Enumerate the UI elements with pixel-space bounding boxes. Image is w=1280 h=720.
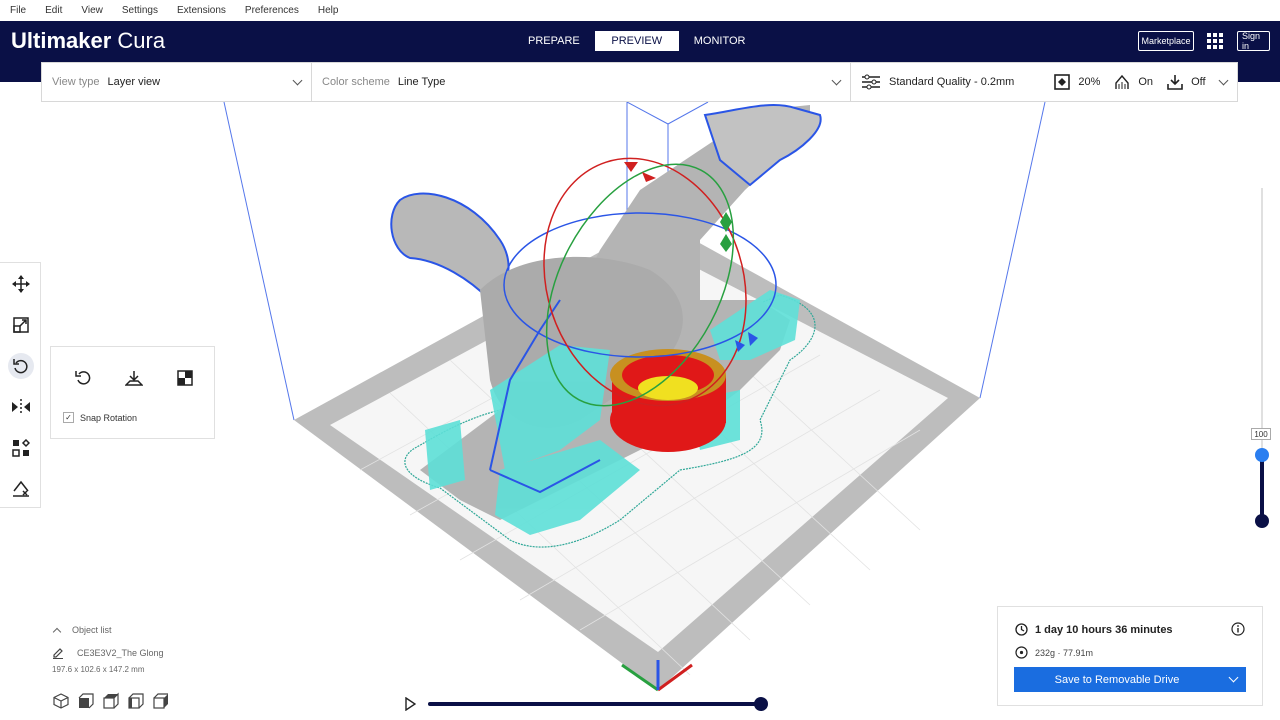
support-setting: On (1114, 74, 1153, 90)
3d-view-icon[interactable] (52, 692, 70, 710)
layer-slider[interactable]: 100 (1251, 188, 1271, 528)
material-row: 232g · 77.91m (1015, 646, 1093, 659)
print-information-panel: 1 day 10 hours 36 minutes 232g · 77.91m … (997, 606, 1263, 706)
sign-in-button[interactable]: Sign in (1237, 31, 1270, 51)
infill-icon (1054, 74, 1071, 90)
chevron-up-icon (52, 627, 62, 636)
chevron-down-icon (1218, 75, 1229, 86)
layer-number-input[interactable]: 100 (1251, 428, 1271, 440)
camera-view-buttons (52, 692, 177, 710)
print-time: 1 day 10 hours 36 minutes (1035, 623, 1173, 636)
color-scheme-value: Line Type (397, 76, 446, 88)
select-face-to-align-button[interactable] (174, 367, 196, 389)
mirror-icon (11, 398, 30, 415)
rotate-tool[interactable] (0, 345, 41, 386)
menu-settings[interactable]: Settings (122, 5, 158, 16)
layer-slider-range (1260, 453, 1264, 523)
menu-view[interactable]: View (81, 5, 103, 16)
menu-file[interactable]: File (10, 5, 26, 16)
save-button-label: Save to Removable Drive (1054, 673, 1180, 686)
color-scheme-label: Color scheme (322, 76, 390, 88)
object-list-toggle[interactable]: Object list (52, 622, 164, 638)
save-to-removable-drive-button[interactable]: Save to Removable Drive (1014, 667, 1246, 692)
menu-help[interactable]: Help (318, 5, 339, 16)
move-icon (11, 274, 30, 293)
support-blocker-icon (12, 480, 29, 497)
clock-icon (1015, 623, 1028, 636)
menu-bar: File Edit View Settings Extensions Prefe… (0, 0, 1280, 21)
tool-sidebar (0, 262, 41, 508)
support-blocker-tool[interactable] (0, 468, 41, 509)
per-model-settings-tool[interactable] (0, 427, 41, 468)
adhesion-icon (1167, 75, 1183, 90)
spool-icon (1015, 646, 1028, 659)
adhesion-setting: Off (1167, 74, 1206, 90)
play-icon[interactable] (404, 697, 416, 711)
view-type-label: View type (52, 76, 100, 88)
chevron-down-icon (831, 75, 842, 86)
adhesion-value: Off (1191, 76, 1206, 88)
view-type-selector[interactable]: View type Layer view (42, 63, 312, 101)
object-dimensions: 197.6 x 102.6 x 147.2 mm (52, 664, 145, 674)
material-usage: 232g · 77.91m (1035, 647, 1094, 658)
app-logo: Ultimaker Cura (11, 28, 166, 53)
print-time-row: 1 day 10 hours 36 minutes (1015, 623, 1173, 636)
info-icon[interactable] (1231, 622, 1245, 636)
top-view-icon[interactable] (102, 692, 120, 710)
mirror-tool[interactable] (0, 386, 41, 427)
front-view-icon[interactable] (77, 692, 95, 710)
path-slider-handle[interactable] (754, 697, 768, 711)
snap-rotation-label: Snap Rotation (80, 412, 138, 423)
path-slider-track (428, 702, 764, 706)
reset-rotation-button[interactable] (72, 367, 94, 389)
rotate-tool-panel: ✓ Snap Rotation (50, 346, 215, 439)
per-model-settings-icon (11, 438, 30, 457)
snap-rotation-checkbox[interactable]: ✓ (63, 412, 74, 423)
tab-preview[interactable]: PREVIEW (594, 31, 679, 51)
print-settings-selector[interactable]: Standard Quality - 0.2mm 20% On Off (851, 63, 1237, 101)
chevron-down-icon (1228, 672, 1238, 683)
snap-rotation-option[interactable]: ✓ Snap Rotation (63, 412, 137, 423)
scale-icon (12, 316, 29, 333)
left-view-icon[interactable] (127, 692, 145, 710)
infill-value: 20% (1078, 76, 1101, 88)
support-icon (1115, 74, 1130, 89)
view-type-value: Layer view (107, 76, 161, 88)
sliders-icon (862, 74, 880, 90)
tab-prepare[interactable]: PREPARE (517, 31, 591, 51)
quality-setting: Standard Quality - 0.2mm (861, 74, 1014, 90)
support-value: On (1138, 76, 1154, 88)
menu-extensions[interactable]: Extensions (177, 5, 226, 16)
path-slider[interactable] (404, 694, 774, 714)
marketplace-button[interactable]: Marketplace (1138, 31, 1194, 51)
scale-tool[interactable] (0, 304, 41, 345)
select-face-icon (177, 370, 193, 386)
pencil-icon (53, 648, 63, 659)
lay-flat-icon (125, 371, 143, 386)
infill-setting: 20% (1054, 74, 1100, 90)
lay-flat-button[interactable] (123, 367, 145, 389)
tab-monitor[interactable]: MONITOR (683, 31, 757, 51)
color-scheme-selector[interactable]: Color scheme Line Type (312, 63, 851, 101)
reset-icon (75, 371, 91, 385)
right-view-icon[interactable] (152, 692, 170, 710)
object-list-label: Object list (72, 625, 112, 635)
settings-bar: View type Layer view Color scheme Line T… (41, 62, 1238, 102)
object-name-row[interactable]: CE3E3V2_The Glong (52, 645, 164, 661)
save-options-dropdown[interactable] (1220, 667, 1246, 692)
layer-slider-upper-handle[interactable] (1255, 448, 1269, 462)
apps-grid-icon[interactable] (1207, 33, 1223, 49)
move-tool[interactable] (0, 263, 41, 304)
quality-value: Standard Quality - 0.2mm (889, 76, 1015, 88)
object-name: CE3E3V2_The Glong (77, 648, 164, 658)
layer-slider-lower-handle[interactable] (1255, 514, 1269, 528)
object-list: Object list CE3E3V2_The Glong 197.6 x 10… (52, 622, 164, 677)
rotate-icon (12, 358, 28, 373)
menu-edit[interactable]: Edit (45, 5, 62, 16)
menu-preferences[interactable]: Preferences (245, 5, 299, 16)
stage-tabs: PREPARE PREVIEW MONITOR (517, 31, 761, 51)
chevron-down-icon (292, 75, 303, 86)
